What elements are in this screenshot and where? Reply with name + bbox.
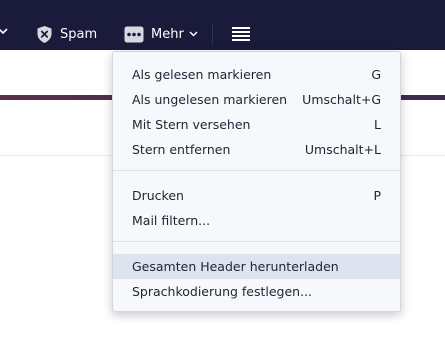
menu-separator — [113, 170, 400, 171]
menu-item-label: Mit Stern versehen — [132, 117, 251, 132]
chevron-down-icon[interactable] — [0, 26, 8, 36]
menu-item-set-encoding[interactable]: Sprachkodierung festlegen... — [113, 279, 400, 304]
more-button[interactable]: Mehr — [124, 20, 198, 48]
more-label: Mehr — [151, 26, 184, 42]
menu-item-shortcut: G — [371, 67, 381, 82]
menu-item-shortcut: L — [374, 117, 381, 132]
menu-item-print[interactable]: Drucken P — [113, 183, 400, 208]
menu-item-mark-unread[interactable]: Als ungelesen markieren Umschalt+G — [113, 87, 400, 112]
list-view-icon — [232, 27, 250, 41]
shield-x-icon — [37, 25, 52, 43]
menu-item-label: Stern entfernen — [132, 142, 231, 157]
spam-button[interactable]: Spam — [36, 20, 97, 48]
menu-item-label: Mail filtern... — [132, 213, 211, 228]
menu-item-shortcut: P — [373, 188, 381, 203]
menu-item-download-headers[interactable]: Gesamten Header herunterladen — [113, 254, 400, 279]
menu-item-label: Sprachkodierung festlegen... — [132, 284, 313, 299]
menu-item-label: Als ungelesen markieren — [132, 92, 288, 107]
menu-item-add-star[interactable]: Mit Stern versehen L — [113, 112, 400, 137]
menu-item-remove-star[interactable]: Stern entfernen Umschalt+L — [113, 137, 400, 162]
menu-item-shortcut: Umschalt+L — [304, 142, 381, 157]
chevron-down-icon — [189, 31, 198, 37]
menu-item-shortcut: Umschalt+G — [302, 92, 381, 107]
menu-item-label: Drucken — [132, 188, 184, 203]
more-dropdown-menu: Als gelesen markieren G Als ungelesen ma… — [112, 51, 401, 312]
mail-toolbar: Spam Mehr — [0, 0, 445, 50]
menu-item-filter-mail[interactable]: Mail filtern... — [113, 208, 400, 233]
spam-label: Spam — [60, 26, 98, 42]
menu-item-label: Als gelesen markieren — [132, 67, 272, 82]
menu-item-label: Gesamten Header herunterladen — [132, 259, 339, 274]
view-options-button[interactable] — [232, 20, 250, 48]
toolbar-divider — [212, 24, 213, 44]
page: Spam Mehr Als gelesen markieren G Als un… — [0, 0, 445, 341]
more-dots-icon — [124, 26, 144, 42]
menu-item-mark-read[interactable]: Als gelesen markieren G — [113, 62, 400, 87]
menu-separator — [113, 241, 400, 242]
